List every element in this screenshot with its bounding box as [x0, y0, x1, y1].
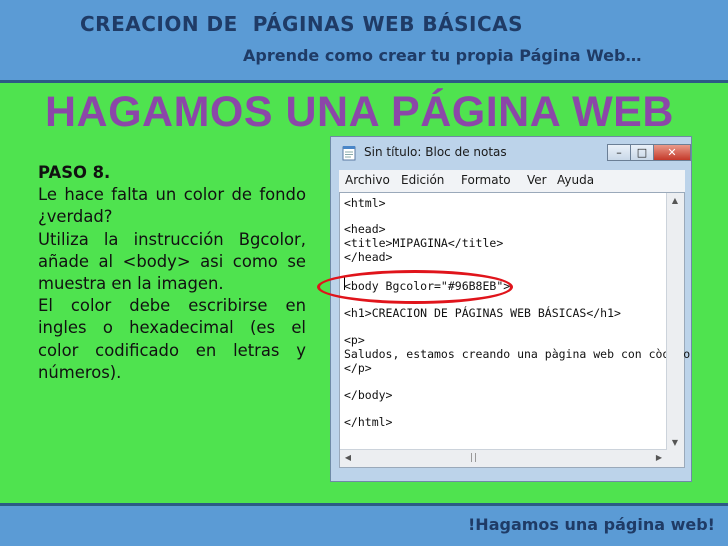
notepad-title: Sin título: Bloc de notas [364, 145, 507, 159]
instruction-paragraph-3: El color debe escribirse en ingles o hex… [38, 296, 306, 382]
scroll-up-icon[interactable]: ▲ [667, 193, 683, 209]
footer-text: !Hagamos una página web! [468, 515, 715, 534]
scroll-grip-icon[interactable] [471, 453, 476, 462]
code-line: Saludos, estamos creando una pàgina web … [344, 347, 691, 361]
maximize-button[interactable]: □ [630, 144, 654, 161]
instructions-panel: PASO 8. Le hace falta un color de fondo … [38, 162, 306, 384]
horizontal-scrollbar[interactable]: ◀ ▶ [340, 449, 667, 467]
menu-bar: Archivo Edición Formato Ver Ayuda [339, 170, 685, 192]
menu-edicion[interactable]: Edición [401, 173, 444, 187]
notepad-titlebar[interactable]: Sin título: Bloc de notas – □ ✕ [339, 142, 691, 164]
step-label: PASO 8. [38, 163, 111, 182]
header-subtitle: Aprende como crear tu propia Página Web… [243, 46, 642, 65]
vertical-scrollbar[interactable]: ▲ ▼ [666, 193, 684, 451]
code-line: <head> [344, 222, 386, 236]
instruction-paragraph-2: Utiliza la instrucción Bgcolor, añade al… [38, 229, 306, 294]
code-line: </p> [344, 361, 372, 375]
code-line: <h1>CREACION DE PÁGINAS WEB BÁSICAS</h1> [344, 306, 621, 320]
slide-title: HAGAMOS UNA PÁGINA WEB [45, 88, 674, 136]
code-line: </head> [344, 250, 393, 264]
scroll-left-icon[interactable]: ◀ [340, 450, 356, 466]
close-button[interactable]: ✕ [653, 144, 691, 161]
highlight-ellipse [317, 270, 513, 304]
header-divider [0, 80, 728, 83]
notepad-icon [342, 146, 356, 161]
code-line: </body> [344, 388, 393, 402]
instruction-paragraph-1: Le hace falta un color de fondo ¿verdad? [38, 185, 306, 227]
menu-ayuda[interactable]: Ayuda [557, 173, 594, 187]
minimize-button[interactable]: – [607, 144, 631, 161]
code-line: <p> [344, 333, 365, 347]
scroll-down-icon[interactable]: ▼ [667, 435, 683, 451]
code-line: <title>MIPAGINA</title> [344, 236, 504, 250]
menu-formato[interactable]: Formato [461, 173, 511, 187]
resize-grip-icon[interactable] [667, 450, 684, 467]
menu-ver[interactable]: Ver [527, 173, 547, 187]
notepad-window: Sin título: Bloc de notas – □ ✕ Archivo … [330, 136, 692, 482]
menu-archivo[interactable]: Archivo [345, 173, 390, 187]
code-line: <html> [344, 196, 386, 210]
header-title: CREACION DE PÁGINAS WEB BÁSICAS [80, 12, 524, 36]
text-editor[interactable]: <html> <head> <title>MIPAGINA</title> </… [339, 192, 690, 468]
scroll-right-icon[interactable]: ▶ [651, 450, 667, 466]
code-line: </html> [344, 415, 393, 429]
